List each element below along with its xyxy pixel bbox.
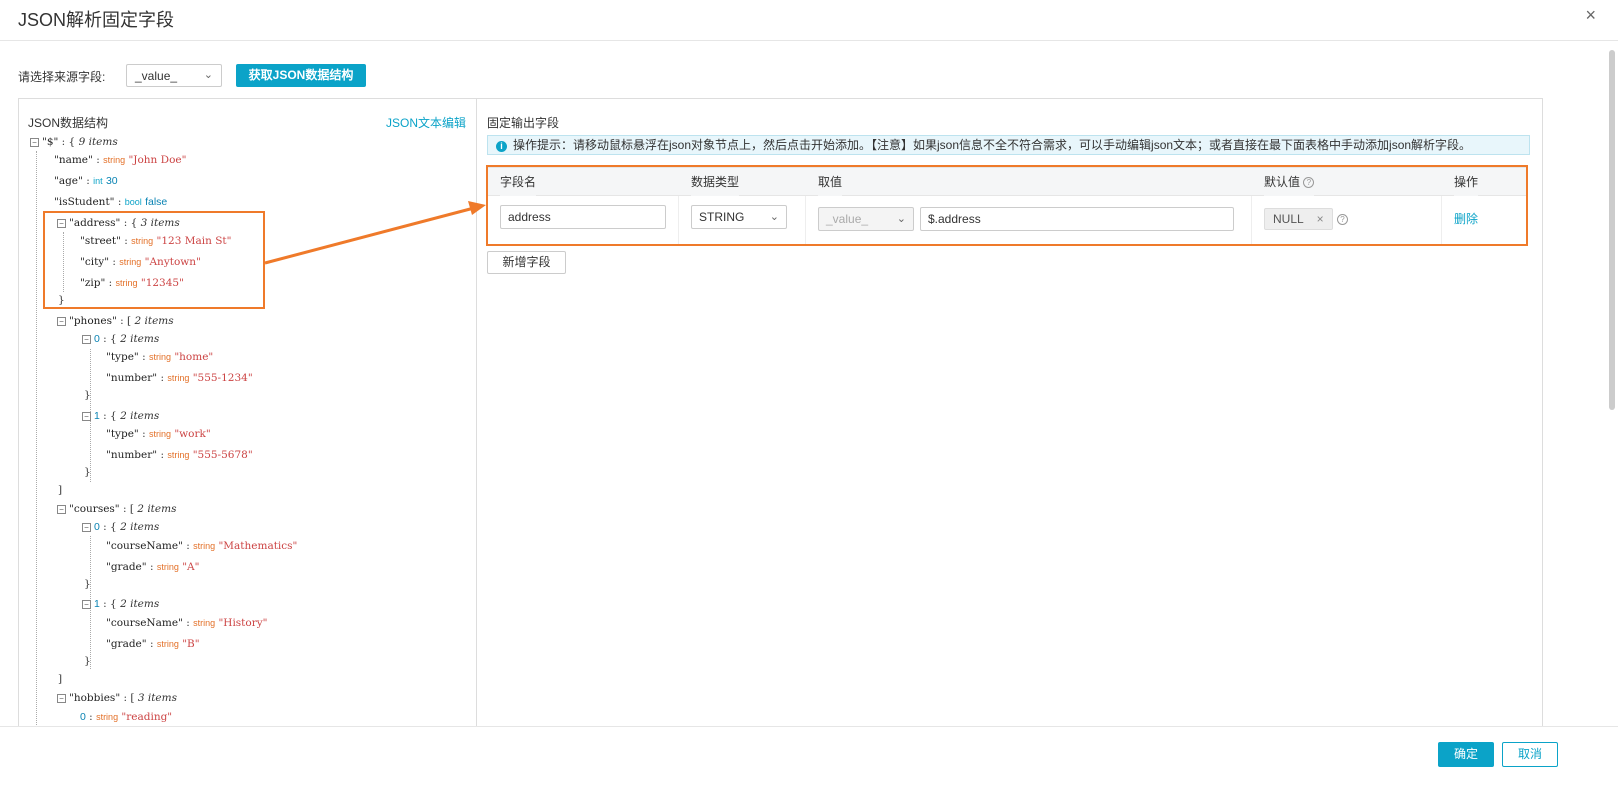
arrow-head	[468, 201, 486, 215]
connector-arrow	[264, 201, 486, 265]
arrow-line	[264, 206, 475, 265]
confirm-button[interactable]: 确定	[1438, 742, 1494, 767]
dialog: JSON解析固定字段 × 请选择来源字段: _value_ ⌄ 获取JSON数据…	[0, 0, 1618, 798]
cancel-button[interactable]: 取消	[1502, 742, 1558, 767]
dialog-footer	[0, 726, 1618, 798]
scrollbar-thumb[interactable]	[1609, 50, 1615, 410]
